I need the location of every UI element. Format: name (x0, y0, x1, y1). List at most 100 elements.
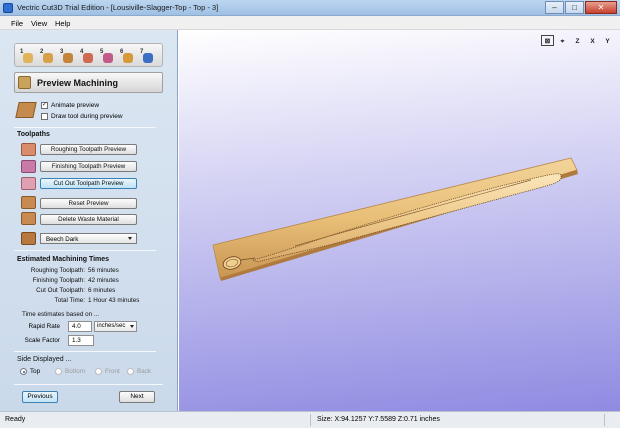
wizard-step-2-button[interactable]: 2 (40, 49, 54, 64)
step-icon (43, 53, 53, 63)
wizard-step-4-button[interactable]: 4 (80, 49, 94, 64)
next-button[interactable]: Next (119, 391, 155, 403)
rapid-rate-label: Rapid Rate (28, 323, 60, 330)
animate-preview-checkbox[interactable]: ✓ Animate preview (41, 102, 99, 109)
preview-machining-panel: 1 2 3 4 5 6 7 Preview Machining ✓ Animate prev… (0, 30, 178, 411)
finishing-time-value: 42 minutes (88, 277, 119, 284)
side-top-radio[interactable]: Top (20, 368, 40, 375)
roughing-toolpath-icon (21, 143, 36, 156)
toolpaths-heading: Toolpaths (17, 131, 50, 138)
radio-unselected[interactable] (55, 368, 62, 375)
finishing-toolpath-icon (21, 160, 36, 173)
side-front-label: Front (105, 368, 120, 375)
rapid-rate-input[interactable]: 4.0 (68, 321, 92, 332)
app-icon (3, 3, 13, 13)
radio-unselected[interactable] (95, 368, 102, 375)
step-number: 6 (120, 49, 124, 55)
roughing-time-value: 56 minutes (88, 267, 119, 274)
animate-preview-label: Animate preview (51, 102, 100, 109)
maximize-button[interactable]: □ (565, 1, 584, 14)
cutout-time-label: Cut Out Toolpath: (36, 287, 85, 294)
divider (14, 127, 156, 128)
menu-bar: File View Help (0, 16, 620, 30)
minimize-button[interactable]: – (545, 1, 564, 14)
delete-waste-button[interactable]: Delete Waste Material (40, 214, 137, 225)
previous-button[interactable]: Previous (22, 391, 58, 403)
draw-tool-checkbox[interactable]: Draw tool during preview (41, 113, 123, 120)
scale-factor-label: Scale Factor (24, 337, 60, 344)
reset-preview-button[interactable]: Reset Preview (40, 198, 137, 209)
material-preview-icon (15, 102, 37, 118)
rapid-rate-unit: inches/sec (97, 323, 126, 329)
step-number: 3 (60, 49, 64, 55)
side-back-radio[interactable]: Back (127, 368, 151, 375)
section-title: Preview Machining (37, 78, 119, 88)
step-icon (83, 53, 93, 63)
time-estimate-note: Time estimates based on ... (22, 311, 100, 318)
title-bar: Vectric Cut3D Trial Edition - [Lousivill… (0, 0, 620, 16)
roughing-time-label: Roughing Toolpath: (30, 267, 85, 274)
wizard-step-toolbar: 1 2 3 4 5 6 7 (14, 43, 163, 67)
divider (14, 384, 163, 385)
machining-times-heading: Estimated Machining Times (17, 256, 110, 263)
side-top-label: Top (30, 368, 41, 375)
material-swatch-icon (21, 232, 36, 245)
status-divider (604, 414, 605, 426)
preview-machining-icon (18, 76, 31, 89)
chevron-down-icon (130, 325, 134, 328)
radio-selected[interactable] (20, 368, 27, 375)
cutout-preview-button[interactable]: Cut Out Toolpath Preview (40, 178, 137, 189)
menu-file[interactable]: File (11, 19, 23, 28)
rapid-rate-unit-select[interactable]: inches/sec (94, 321, 137, 332)
wizard-step-6-button[interactable]: 6 (120, 49, 134, 64)
divider (14, 250, 156, 251)
reset-preview-icon (21, 196, 36, 209)
scale-factor-input[interactable]: 1.3 (68, 335, 94, 346)
machined-part-render (212, 157, 578, 281)
checkbox-checked[interactable]: ✓ (41, 102, 48, 109)
checkbox-unchecked[interactable] (41, 113, 48, 120)
material-value: Beech Dark (46, 236, 79, 243)
total-time-value: 1 Hour 43 minutes (88, 297, 140, 304)
step-number: 1 (20, 49, 24, 55)
side-displayed-heading: Side Displayed ... (17, 356, 72, 363)
status-size: Size: X:94.1257 Y:7.5589 Z:0.71 inches (317, 416, 440, 423)
status-ready: Ready (5, 416, 26, 423)
total-time-label: Total Time: (54, 297, 85, 304)
draw-tool-label: Draw tool during preview (51, 113, 123, 120)
step-number: 2 (40, 49, 44, 55)
status-divider (310, 414, 311, 426)
bat-cutout (222, 173, 562, 270)
side-bottom-label: Bottom (65, 368, 85, 375)
3d-viewport[interactable]: ⊠ ⌖ Z X Y (179, 30, 620, 411)
roughing-preview-button[interactable]: Roughing Toolpath Preview (40, 144, 137, 155)
step-icon (23, 53, 33, 63)
step-icon (103, 53, 113, 63)
cutout-toolpath-icon (21, 177, 36, 190)
side-bottom-radio[interactable]: Bottom (55, 368, 85, 375)
step-number: 7 (140, 49, 144, 55)
finishing-preview-button[interactable]: Finishing Toolpath Preview (40, 161, 137, 172)
chevron-down-icon (128, 237, 132, 240)
step-icon (123, 53, 133, 63)
status-bar: Ready Size: X:94.1257 Y:7.5589 Z:0.71 in… (0, 411, 620, 428)
side-front-radio[interactable]: Front (95, 368, 120, 375)
divider (14, 351, 156, 352)
side-back-label: Back (137, 368, 151, 375)
wizard-step-7-button[interactable]: 7 (140, 49, 154, 64)
finishing-time-label: Finishing Toolpath: (32, 277, 85, 284)
section-header: Preview Machining (14, 72, 163, 93)
radio-unselected[interactable] (127, 368, 134, 375)
wizard-step-1-button[interactable]: 1 (20, 49, 34, 64)
wizard-step-5-button[interactable]: 5 (100, 49, 114, 64)
menu-help[interactable]: Help (55, 19, 70, 28)
step-number: 4 (80, 49, 84, 55)
window-controls: – □ ✕ (544, 1, 617, 14)
menu-view[interactable]: View (31, 19, 47, 28)
wizard-step-3-button[interactable]: 3 (60, 49, 74, 64)
cutout-time-value: 6 minutes (88, 287, 116, 294)
step-number: 5 (100, 49, 104, 55)
close-button[interactable]: ✕ (585, 1, 617, 14)
material-dropdown[interactable]: Beech Dark (40, 233, 137, 244)
step-icon (143, 53, 153, 63)
